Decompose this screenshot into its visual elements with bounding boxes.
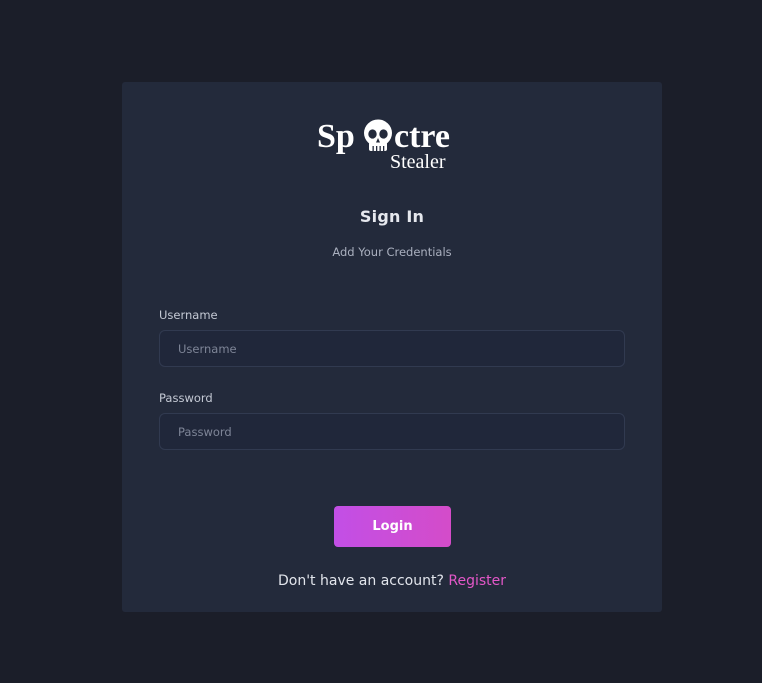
register-prompt: Don't have an account? Register — [122, 573, 662, 589]
username-input[interactable] — [159, 330, 625, 367]
password-label: Password — [159, 391, 213, 405]
brand-logo-graphic: Sp ctre Stealer — [317, 118, 450, 173]
page-subtitle: Add Your Credentials — [332, 245, 452, 259]
logo-tagline: Stealer — [390, 151, 446, 173]
username-label: Username — [159, 308, 218, 322]
skull-icon — [364, 119, 392, 151]
logo-word-left: Sp — [317, 118, 355, 155]
login-card: Sp ctre Stealer Sign In Add Your Credent… — [122, 82, 662, 612]
login-button[interactable]: Login — [334, 506, 451, 547]
brand-logo: Sp ctre Stealer — [122, 114, 662, 174]
password-input[interactable] — [159, 413, 625, 450]
register-prompt-text: Don't have an account? — [277, 573, 449, 589]
page-title: Sign In — [359, 207, 425, 226]
register-link[interactable]: Register — [448, 573, 506, 589]
logo-word-right: ctre — [394, 118, 450, 155]
